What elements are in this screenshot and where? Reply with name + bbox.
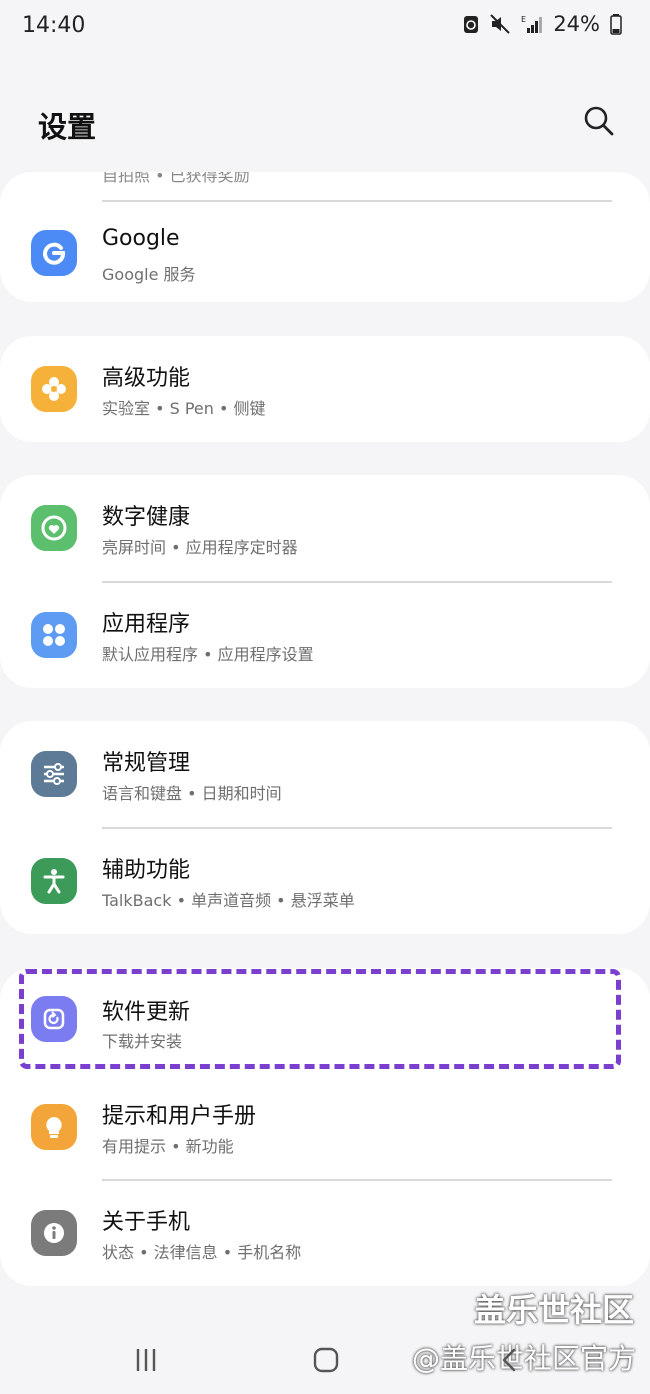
status-icons: E 24% — [463, 12, 622, 36]
settings-item-tips[interactable]: 提示和用户手册 有用提示 • 新功能 — [0, 1074, 650, 1180]
advanced-features-icon — [31, 366, 77, 412]
battery-percent: 24% — [553, 12, 600, 36]
general-management-icon — [31, 751, 77, 797]
settings-item-advanced-features[interactable]: 高级功能 实验室 • S Pen • 侧键 — [0, 336, 650, 442]
settings-group-advanced: 高级功能 实验室 • S Pen • 侧键 — [0, 336, 650, 442]
settings-item-digital-wellbeing[interactable]: 数字健康 亮屏时间 • 应用程序定时器 — [0, 475, 650, 581]
item-title: 应用程序 — [102, 612, 191, 637]
item-subtitle: 有用提示 • 新功能 — [102, 1137, 234, 1156]
apps-icon — [31, 612, 77, 658]
recent-apps-button[interactable] — [126, 1344, 166, 1376]
mute-icon — [490, 14, 511, 34]
page-title: 设置 — [38, 110, 97, 144]
settings-group-general: 常规管理 语言和键盘 • 日期和时间 辅助功能 TalkBack • 单声道音频… — [0, 721, 650, 934]
recent-apps-icon — [136, 1349, 156, 1371]
signal-icon: E — [521, 15, 543, 33]
settings-group-wellbeing: 数字健康 亮屏时间 • 应用程序定时器 应用程序 默认应用程序 • 应用程序设置 — [0, 475, 650, 688]
navigation-bar — [0, 1320, 650, 1394]
back-icon — [502, 1348, 516, 1372]
settings-item-general-management[interactable]: 常规管理 语言和键盘 • 日期和时间 — [0, 721, 650, 827]
battery-icon — [610, 14, 622, 35]
sync-icon — [464, 16, 479, 33]
item-subtitle: Google 服务 — [102, 265, 196, 284]
home-button[interactable] — [306, 1344, 346, 1376]
item-title: 关于手机 — [102, 1210, 191, 1235]
status-bar: 14:40 E 24% — [0, 0, 650, 56]
item-title: 提示和用户手册 — [102, 1104, 257, 1129]
item-subtitle: TalkBack • 单声道音频 • 悬浮菜单 — [102, 891, 355, 910]
accessibility-icon — [31, 858, 77, 904]
settings-item-accessibility[interactable]: 辅助功能 TalkBack • 单声道音频 • 悬浮菜单 — [0, 828, 650, 934]
settings-group-google: 自拍照 • 已获得奖励 Google Google 服务 — [0, 172, 650, 302]
settings-item-apps[interactable]: 应用程序 默认应用程序 • 应用程序设置 — [0, 582, 650, 688]
item-subtitle: 实验室 • S Pen • 侧键 — [102, 399, 266, 418]
partial-item-subtitle: 自拍照 • 已获得奖励 — [102, 172, 250, 185]
item-title: 数字健康 — [102, 505, 191, 530]
item-title: 高级功能 — [102, 366, 191, 391]
back-button[interactable] — [490, 1344, 530, 1376]
item-subtitle: 默认应用程序 • 应用程序设置 — [102, 645, 314, 664]
item-subtitle: 状态 • 法律信息 • 手机名称 — [102, 1243, 302, 1262]
settings-item-about-phone[interactable]: 关于手机 状态 • 法律信息 • 手机名称 — [0, 1180, 650, 1286]
search-icon — [584, 106, 614, 136]
google-icon — [31, 230, 77, 276]
item-title: 辅助功能 — [102, 858, 191, 883]
status-time: 14:40 — [22, 13, 86, 38]
home-icon — [313, 1347, 339, 1373]
digital-wellbeing-icon — [31, 505, 77, 551]
item-subtitle: 亮屏时间 • 应用程序定时器 — [102, 538, 298, 557]
settings-item-google[interactable]: Google Google 服务 — [0, 202, 650, 302]
item-subtitle: 语言和键盘 • 日期和时间 — [102, 784, 282, 803]
about-phone-icon — [31, 1210, 77, 1256]
search-button[interactable] — [582, 104, 616, 138]
tips-icon — [31, 1104, 77, 1150]
item-title: Google — [102, 226, 180, 251]
software-update-highlight — [19, 969, 621, 1069]
item-title: 常规管理 — [102, 751, 191, 776]
settings-header: 设置 — [0, 86, 650, 158]
network-label: E — [521, 15, 526, 24]
